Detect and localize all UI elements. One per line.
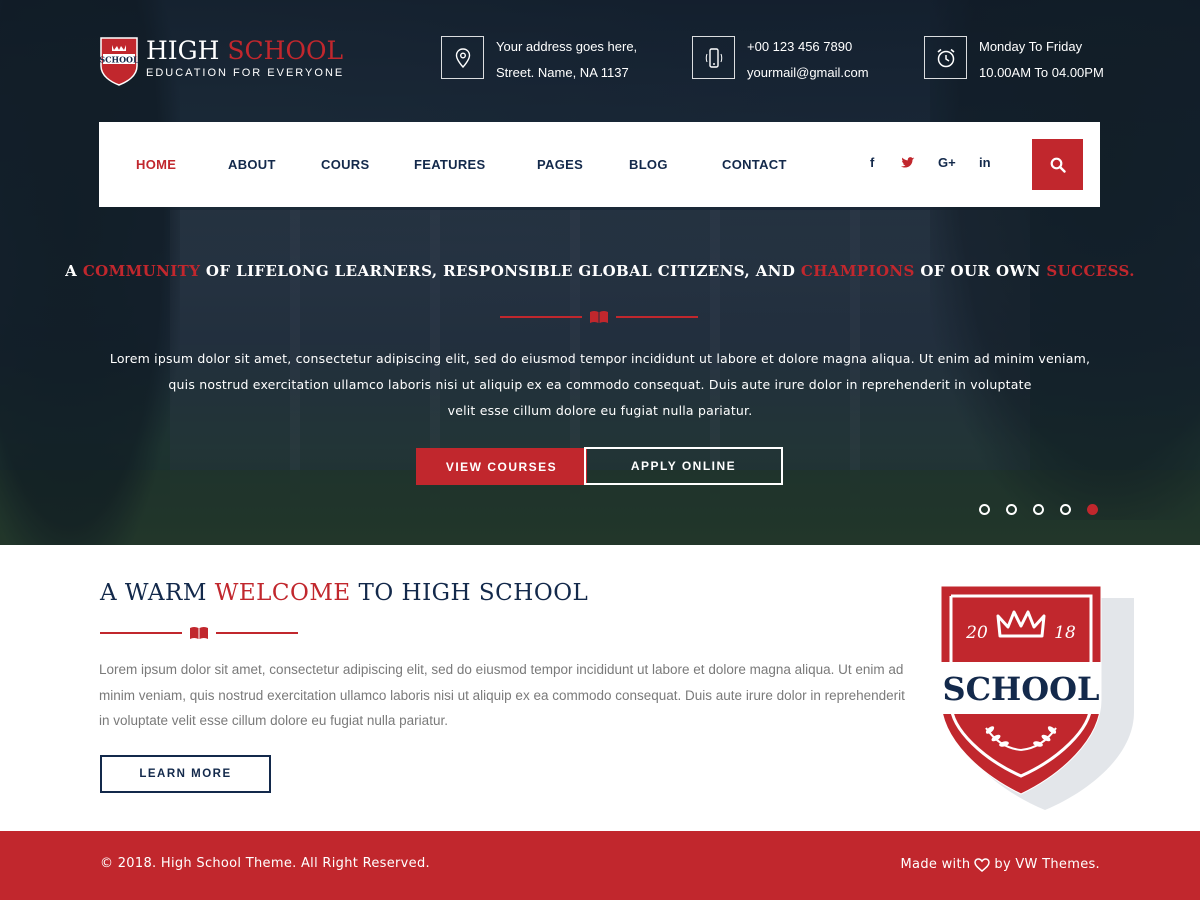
nav-item-about[interactable]: ABOUT	[228, 157, 276, 172]
address-info: Your address goes here, Street. Name, NA…	[441, 36, 637, 86]
slide-dot-2[interactable]	[1006, 504, 1017, 515]
twitter-icon[interactable]	[901, 157, 915, 172]
hours-days: Monday To Friday	[979, 39, 1083, 54]
site-logo[interactable]: SCHOOL HIGH SCHOOL EDUCATION FOR EVERYON…	[99, 36, 344, 86]
slide-dot-5[interactable]	[1087, 504, 1098, 515]
school-badge-emblem: 20 18 SCHOOL	[940, 585, 1134, 810]
nav-item-home[interactable]: HOME	[136, 157, 176, 172]
slide-dot-1[interactable]	[979, 504, 990, 515]
map-pin-icon	[441, 36, 484, 79]
learn-more-button[interactable]: LEARN MORE	[100, 755, 271, 793]
made-with-credit: Made with by VW Themes.	[900, 857, 1100, 872]
school-shield-logo-icon: SCHOOL	[99, 37, 139, 86]
phone-info: +00 123 456 7890 yourmail@gmail.com	[692, 36, 869, 86]
vw-themes-link[interactable]: by VW Themes.	[994, 857, 1100, 872]
site-footer: © 2018. High School Theme. All Right Res…	[0, 831, 1200, 900]
svg-text:SCHOOL: SCHOOL	[942, 670, 1099, 708]
open-book-icon	[590, 311, 608, 323]
copyright-text: © 2018. High School Theme. All Right Res…	[100, 856, 430, 871]
open-book-icon	[190, 627, 208, 639]
search-button[interactable]	[1032, 139, 1083, 190]
logo-tagline: EDUCATION FOR EVERYONE	[146, 67, 345, 79]
hours-time: 10.00AM To 04.00PM	[979, 65, 1104, 80]
facebook-icon[interactable]: f	[870, 155, 874, 170]
search-icon	[1050, 157, 1066, 173]
main-navigation: HOME ABOUT COURS FEATURES PAGES BLOG CON…	[99, 122, 1100, 207]
apply-online-button[interactable]: APPLY ONLINE	[584, 447, 783, 485]
slide-dot-3[interactable]	[1033, 504, 1044, 515]
nav-item-features[interactable]: FEATURES	[414, 157, 486, 172]
phone-number[interactable]: +00 123 456 7890	[747, 34, 869, 60]
linkedin-icon[interactable]: in	[979, 155, 991, 170]
svg-text:18: 18	[1054, 623, 1076, 643]
nav-item-contact[interactable]: CONTACT	[722, 157, 787, 172]
hero-headline: A COMMUNITY OF LIFELONG LEARNERS, RESPON…	[65, 262, 1135, 280]
slider-pagination	[979, 504, 1098, 515]
welcome-title: A WARM WELCOME TO HIGH SCHOOL	[100, 580, 589, 606]
address-line-2: Street. Name, NA 1137	[496, 65, 629, 80]
mobile-phone-icon	[692, 36, 735, 79]
email-address[interactable]: yourmail@gmail.com	[747, 60, 869, 86]
nav-item-cours[interactable]: COURS	[321, 157, 369, 172]
svg-text:SCHOOL: SCHOOL	[99, 55, 139, 65]
welcome-divider	[100, 625, 298, 641]
hours-info: Monday To Friday 10.00AM To 04.00PM	[924, 36, 1104, 86]
heart-icon	[974, 857, 991, 872]
hero-description: Lorem ipsum dolor sit amet, consectetur …	[109, 351, 1091, 418]
google-plus-icon[interactable]: G+	[938, 155, 956, 170]
hero-divider	[500, 309, 698, 325]
nav-item-blog[interactable]: BLOG	[629, 157, 668, 172]
view-courses-button[interactable]: VIEW COURSES	[416, 448, 587, 485]
address-line-1: Your address goes here,	[496, 39, 638, 54]
hero-banner: SCHOOL HIGH SCHOOL EDUCATION FOR EVERYON…	[0, 0, 1200, 545]
alarm-clock-icon	[924, 36, 967, 79]
welcome-description: Lorem ipsum dolor sit amet, consectetur …	[99, 662, 905, 728]
slide-dot-4[interactable]	[1060, 504, 1071, 515]
logo-title: HIGH SCHOOL	[146, 36, 344, 65]
nav-item-pages[interactable]: PAGES	[537, 157, 583, 172]
svg-text:20: 20	[965, 623, 988, 643]
